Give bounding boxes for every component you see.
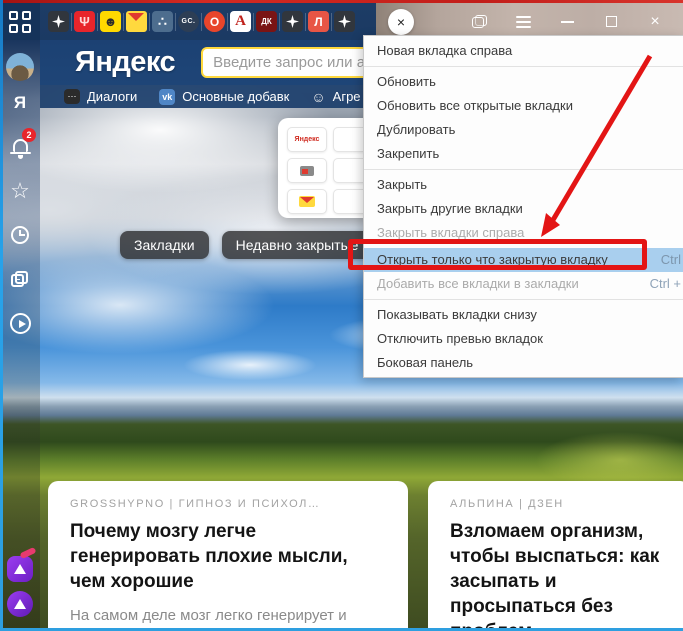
- video-button[interactable]: [0, 301, 40, 345]
- maximize-button[interactable]: [589, 7, 633, 37]
- card-title: Взломаем организм, чтобы выспаться: как …: [450, 521, 660, 631]
- card-source: GROSSHYPNO | ГИПНОЗ И ПСИХОЛ…: [70, 498, 321, 510]
- documents-icon: [11, 270, 29, 288]
- tab-context-menu: Новая вкладка справа Обновить Обновить в…: [363, 35, 683, 378]
- menu-item-disable-previews[interactable]: Отключить превью вкладок: [364, 327, 683, 351]
- pinned-tab-strip: Ψ ☻ ∴ GC. O A ДК Л: [40, 3, 376, 40]
- close-tab-button[interactable]: ×: [388, 8, 414, 35]
- favorites-button[interactable]: ☆: [0, 169, 40, 213]
- alice-icon: [14, 599, 26, 609]
- menu-shortcut: Ctrl +: [649, 276, 681, 291]
- gc-tab-icon[interactable]: GC.: [178, 11, 199, 32]
- grid-icon: [9, 10, 31, 33]
- menu-separator: [364, 169, 683, 170]
- user-avatar[interactable]: [6, 53, 34, 81]
- menu-item-new-tab-right[interactable]: Новая вкладка справа: [364, 39, 683, 63]
- menu-separator: [364, 299, 683, 300]
- left-sidebar: Я 2 ☆: [0, 40, 40, 631]
- history-button[interactable]: [0, 213, 40, 257]
- yandex-services-button[interactable]: Я: [0, 81, 40, 125]
- monkey-tab-icon[interactable]: ☻: [100, 11, 121, 32]
- menu-item-duplicate[interactable]: Дублировать: [364, 118, 683, 142]
- bookmark-label: Агре: [332, 89, 361, 104]
- notes-button[interactable]: [0, 257, 40, 301]
- hamburger-icon: [515, 15, 531, 28]
- menu-item-side-panel[interactable]: Боковая панель: [364, 351, 683, 375]
- star-icon: ☆: [10, 178, 30, 203]
- letter-a-tab-icon[interactable]: A: [230, 11, 251, 32]
- menu-item-refresh[interactable]: Обновить: [364, 70, 683, 94]
- mail-tab-icon[interactable]: [126, 11, 147, 32]
- sparkle-tab-icon-2[interactable]: [282, 11, 303, 32]
- minimize-icon: [560, 20, 574, 23]
- alice-icon: [14, 564, 26, 574]
- menu-button[interactable]: [501, 7, 545, 37]
- bookmarks-overlay-button[interactable]: Закладки: [120, 231, 209, 259]
- sparkle-tab-icon[interactable]: [48, 11, 69, 32]
- pages-icon: [471, 15, 487, 28]
- menu-shortcut: Ctrl: [660, 252, 681, 267]
- hand-tab-icon[interactable]: Ψ: [74, 11, 95, 32]
- alice-assistant-button[interactable]: [7, 556, 33, 582]
- ring-tab-icon[interactable]: O: [204, 11, 225, 32]
- yandex-logo: Яндекс: [75, 46, 176, 78]
- alice-voice-button[interactable]: [7, 591, 33, 617]
- bookmark-label: Основные добавк: [182, 89, 290, 104]
- tab-overview-button[interactable]: [457, 7, 501, 37]
- chat-bubble-icon: ⋯: [64, 89, 80, 104]
- window-controls: ×: [457, 7, 683, 37]
- tab-preview-popup: Яндекс: [278, 118, 374, 218]
- card-title: Почему мозгу легче генерировать плохие м…: [70, 521, 348, 593]
- menu-item-label: Добавить все вкладки в закладки: [377, 276, 579, 291]
- menu-item-close-others[interactable]: Закрыть другие вкладки: [364, 197, 683, 221]
- letter-l-tab-icon[interactable]: Л: [308, 11, 329, 32]
- browser-icon: [300, 165, 314, 176]
- menu-item-close[interactable]: Закрыть: [364, 173, 683, 197]
- preview-tile-yandex: Яндекс: [287, 127, 327, 152]
- bookmark-dialogs[interactable]: ⋯ Диалоги: [64, 89, 137, 104]
- menu-item-pin[interactable]: Закрепить: [364, 142, 683, 166]
- maximize-icon: [605, 16, 617, 27]
- dk-tab-icon[interactable]: ДК: [256, 11, 277, 32]
- bookmark-agre[interactable]: ☺ Агре: [311, 89, 360, 104]
- clock-icon: [11, 226, 29, 244]
- browser-window: Ψ ☻ ∴ GC. O A ДК Л × × Яндекс Введите за…: [0, 0, 683, 631]
- menu-separator: [364, 66, 683, 67]
- molecule-tab-icon[interactable]: ∴: [152, 11, 173, 32]
- annotation-highlight-box: [348, 239, 647, 270]
- zen-card-2[interactable]: АЛЬПИНА | ДЗЕН Взломаем организм, чтобы …: [428, 481, 683, 631]
- menu-item-refresh-all[interactable]: Обновить все открытые вкладки: [364, 94, 683, 118]
- notification-badge: 2: [22, 128, 36, 142]
- menu-item-tabs-bottom[interactable]: Показывать вкладки снизу: [364, 303, 683, 327]
- play-icon: [9, 312, 31, 334]
- close-window-button[interactable]: ×: [633, 7, 677, 37]
- notifications-button[interactable]: 2: [0, 125, 40, 169]
- tab-groups-button[interactable]: [0, 3, 40, 40]
- mask-icon: ☺: [311, 88, 326, 105]
- window-left-border: [0, 0, 3, 631]
- bookmark-label: Диалоги: [87, 89, 138, 104]
- minimize-button[interactable]: [545, 7, 589, 37]
- card-source: АЛЬПИНА | ДЗЕН: [450, 498, 564, 510]
- envelope-icon: [299, 196, 315, 207]
- bookmark-vk[interactable]: vk Основные добавк: [159, 88, 290, 105]
- zen-card-1[interactable]: GROSSHYPNO | ГИПНОЗ И ПСИХОЛ… Почему моз…: [48, 481, 408, 631]
- sparkle-tab-icon-3[interactable]: [334, 11, 355, 32]
- vk-icon: vk: [159, 88, 176, 105]
- preview-tile-browser: [287, 158, 327, 183]
- preview-tile-mail: [287, 189, 327, 214]
- window-top-border: [0, 0, 683, 3]
- menu-item-bookmark-all-tabs: Добавить все вкладки в закладки Ctrl +: [364, 272, 683, 296]
